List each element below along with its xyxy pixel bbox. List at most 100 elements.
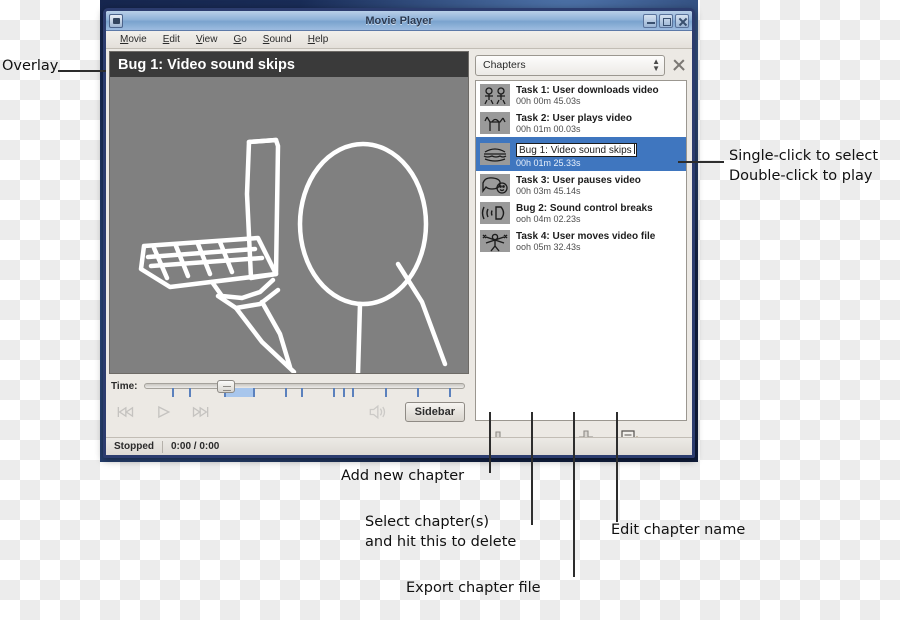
- chapter-time: ooh 04m 02.23s: [516, 213, 581, 224]
- chapter-tick: [172, 387, 175, 397]
- list-item[interactable]: Task 3: User pauses video 00h 03m 45.14s: [476, 171, 686, 199]
- chapter-time: ooh 05m 32.43s: [516, 241, 581, 252]
- chapter-title: Task 4: User moves video file: [516, 230, 656, 242]
- movie-player-window: Movie Player Movie Edit View Go Sound He…: [103, 8, 695, 458]
- annotation-add: Add new chapter: [341, 468, 465, 484]
- menu-sound[interactable]: Sound: [255, 32, 300, 47]
- speaker-waves-icon: [480, 202, 510, 224]
- list-item[interactable]: Task 4: User moves video file ooh 05m 32…: [476, 227, 686, 255]
- annotation-export: Export chapter file: [406, 580, 541, 596]
- chapter-tick: [416, 387, 419, 397]
- chapter-tick: [352, 387, 355, 397]
- leader-line-click-hint: [678, 161, 724, 163]
- maximize-button[interactable]: [659, 13, 673, 28]
- menu-edit[interactable]: Edit: [155, 32, 188, 47]
- chapters-sidebar: Chapters ▲ ▼ Task 1: User downloads vide…: [471, 49, 692, 455]
- volume-icon[interactable]: [367, 404, 387, 420]
- chapter-title: Task 1: User downloads video: [516, 84, 659, 96]
- menu-help[interactable]: Help: [300, 32, 337, 47]
- chapter-tick: [333, 387, 336, 397]
- transport-controls: Sidebar: [109, 396, 469, 426]
- chapter-tick: [252, 387, 255, 397]
- list-item-selected[interactable]: Bug 1: Video sound skips 00h 01m 25.33s: [476, 137, 686, 171]
- list-item-text: Task 1: User downloads video 00h 00m 45.…: [516, 85, 659, 106]
- player-pane: Bug 1: Video sound skips Time: Sidebar: [106, 49, 471, 455]
- chapter-tick: [448, 387, 451, 397]
- sidebar-mode-value: Chapters: [483, 59, 526, 71]
- list-item-text: Task 3: User pauses video 00h 03m 45.14s: [516, 175, 641, 196]
- overlay-title-text: Bug 1: Video sound skips: [118, 56, 295, 73]
- list-item-text: Task 2: User plays video 00h 01m 00.03s: [516, 113, 632, 134]
- sidebar-mode-select[interactable]: Chapters ▲ ▼: [475, 54, 665, 76]
- two-stick-figures-icon: [480, 84, 510, 106]
- video-overlay-title: Bug 1: Video sound skips: [110, 52, 468, 77]
- menu-help-rest: elp: [314, 34, 329, 45]
- app-icon: [109, 13, 123, 28]
- leader-line-add: [489, 412, 491, 473]
- annotation-edit: Edit chapter name: [611, 522, 746, 538]
- chapter-tick: [301, 387, 304, 397]
- annotation-overlay: Overlay: [2, 58, 59, 74]
- list-item-text: Bug 2: Sound control breaks ooh 04m 02.2…: [516, 203, 653, 224]
- chapter-title: Task 2: User plays video: [516, 112, 632, 124]
- annotation-delete: Select chapter(s) and hit this to delete: [365, 514, 517, 550]
- time-label: Time:: [111, 381, 138, 392]
- menu-view-rest: iew: [202, 34, 218, 45]
- menu-go-rest: o: [241, 34, 247, 45]
- list-item[interactable]: Bug 2: Sound control breaks ooh 04m 02.2…: [476, 199, 686, 227]
- menu-movie[interactable]: Movie: [112, 32, 155, 47]
- leader-line-edit: [616, 412, 618, 522]
- chapter-time: 00h 01m 25.33s: [516, 158, 581, 168]
- status-bar: Stopped 0:00 / 0:00: [106, 437, 692, 455]
- chapter-title: Task 3: User pauses video: [516, 174, 641, 186]
- skip-back-icon[interactable]: [115, 404, 135, 420]
- window-controls: [643, 13, 689, 28]
- leader-line-delete: [531, 412, 533, 525]
- time-slider-row: Time:: [109, 374, 469, 397]
- menubar: Movie Edit View Go Sound Help: [106, 31, 692, 49]
- menu-movie-rest: ovie: [128, 34, 147, 45]
- playback-state: Stopped: [114, 441, 154, 452]
- menu-view[interactable]: View: [188, 32, 226, 47]
- chapter-tick: [284, 387, 287, 397]
- horse-sketch-icon: [480, 112, 510, 134]
- leader-line-export: [573, 412, 575, 577]
- sidebar-button-rest: idebar: [421, 406, 455, 418]
- list-item[interactable]: Task 1: User downloads video 00h 00m 45.…: [476, 81, 686, 109]
- chapter-time: 00h 00m 45.03s: [516, 95, 581, 106]
- chapter-tick: [342, 387, 345, 397]
- menu-go[interactable]: Go: [225, 32, 254, 47]
- slider-thumb[interactable]: [217, 379, 236, 393]
- titlebar[interactable]: Movie Player: [106, 11, 692, 31]
- minimize-button[interactable]: [643, 13, 657, 28]
- chapters-header: Chapters ▲ ▼: [475, 53, 687, 77]
- sidebar-toggle-button[interactable]: Sidebar: [404, 402, 465, 422]
- leader-line-overlay: [58, 70, 106, 72]
- playback-position: 0:00 / 0:00: [171, 441, 220, 452]
- menu-help-mnemonic: H: [307, 34, 315, 45]
- close-button[interactable]: [675, 13, 689, 28]
- video-canvas[interactable]: Bug 1: Video sound skips: [109, 51, 469, 374]
- menu-sound-rest: ound: [269, 34, 292, 45]
- menu-edit-rest: dit: [169, 34, 180, 45]
- close-sidebar-icon[interactable]: [671, 57, 687, 73]
- time-slider[interactable]: [143, 379, 465, 397]
- stick-figure-arms-icon: [480, 230, 510, 252]
- chevron-updown-icon: ▲ ▼: [652, 57, 660, 73]
- skip-forward-icon[interactable]: [191, 404, 211, 420]
- chapter-title: Bug 1: Video sound skips: [519, 145, 632, 156]
- chapters-list[interactable]: Task 1: User downloads video 00h 00m 45.…: [475, 80, 687, 421]
- chapter-tick: [188, 387, 191, 397]
- list-item[interactable]: Task 2: User plays video 00h 01m 00.03s: [476, 109, 686, 137]
- speech-bubble-smiley-icon: [480, 174, 510, 196]
- chapter-tick: [384, 387, 387, 397]
- burger-sketch-icon: [480, 143, 510, 165]
- text-cursor: [633, 144, 635, 154]
- window-title: Movie Player: [365, 14, 433, 27]
- chapter-title-editor[interactable]: Bug 1: Video sound skips: [516, 140, 637, 158]
- chapter-time: 00h 03m 45.14s: [516, 185, 581, 196]
- annotation-click-hint: Single-click to select Double-click to p…: [729, 148, 879, 184]
- stick-figure-drawing: [138, 137, 448, 373]
- chapter-time: 00h 01m 00.03s: [516, 123, 581, 134]
- play-icon[interactable]: [153, 404, 173, 420]
